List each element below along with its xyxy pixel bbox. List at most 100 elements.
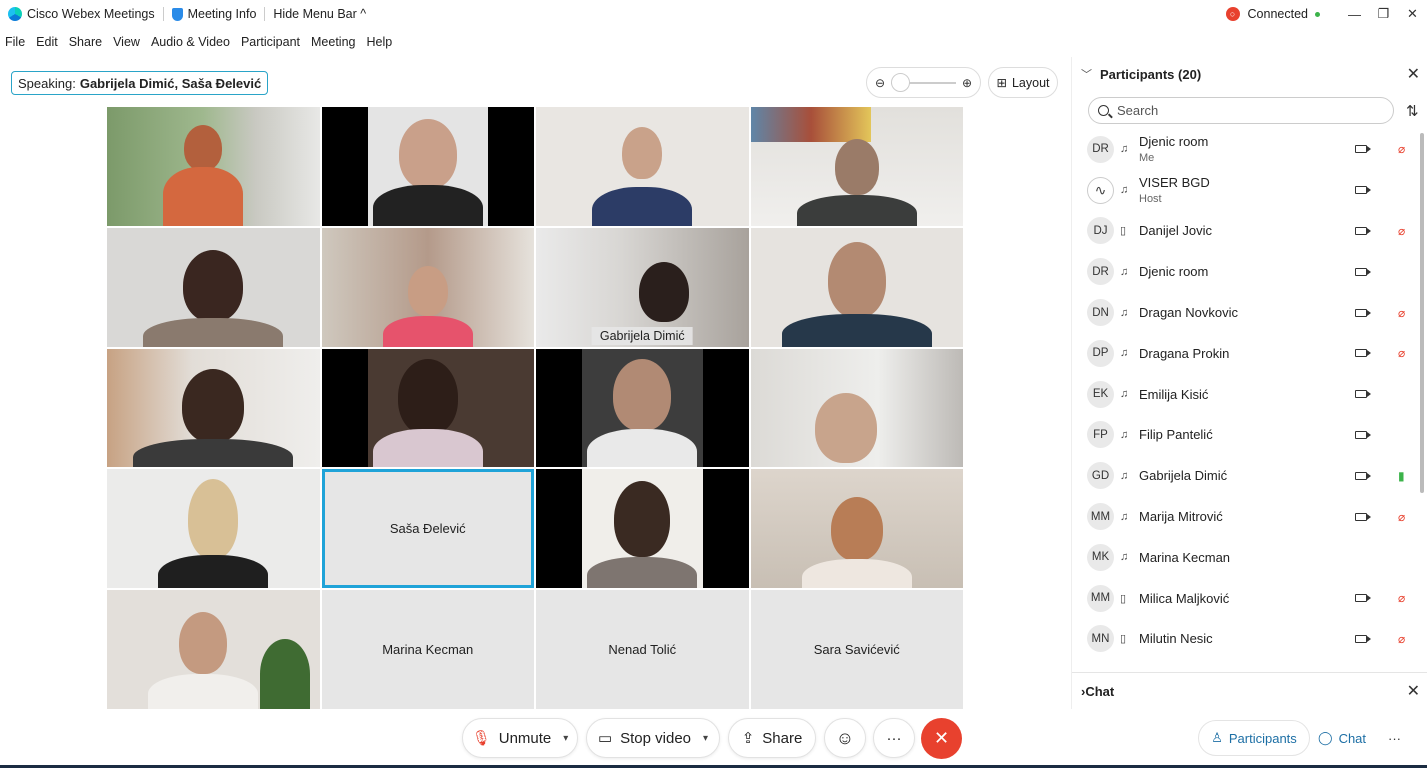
- menu-participant[interactable]: Participant: [241, 35, 300, 49]
- participant-name: Emilija Kisić: [1139, 386, 1209, 402]
- mic-muted-icon[interactable]: ⌀: [1398, 306, 1405, 320]
- avatar: EK: [1087, 380, 1114, 408]
- video-tile[interactable]: Marina Kecman: [321, 590, 534, 709]
- video-tile[interactable]: [750, 107, 963, 226]
- participant-row[interactable]: MK ♫ Marina Kecman: [1072, 537, 1420, 578]
- zoom-in-icon[interactable]: ⊕: [962, 76, 972, 90]
- participant-row[interactable]: EK ♫ Emilija Kisić: [1072, 374, 1420, 415]
- video-tile[interactable]: [107, 469, 320, 589]
- video-tile[interactable]: [321, 348, 534, 468]
- participant-search-input[interactable]: Search: [1088, 97, 1394, 124]
- participants-tab-button[interactable]: ♙ Participants: [1198, 720, 1310, 756]
- mic-muted-icon[interactable]: ⌀: [1398, 591, 1405, 605]
- menu-meeting[interactable]: Meeting: [311, 35, 355, 49]
- zoom-slider[interactable]: [891, 72, 956, 92]
- menu-help[interactable]: Help: [366, 35, 392, 49]
- video-camera-icon: [1355, 145, 1371, 154]
- restore-button[interactable]: ❐: [1369, 0, 1398, 28]
- video-tile[interactable]: Nenad Tolić: [536, 590, 749, 709]
- menu-file[interactable]: File: [5, 35, 25, 49]
- video-tile[interactable]: [107, 107, 320, 226]
- mic-muted-icon[interactable]: ⌀: [1398, 510, 1405, 524]
- close-icon[interactable]: ✕: [1407, 681, 1420, 701]
- chat-tab-button[interactable]: ◯ Chat: [1318, 720, 1374, 756]
- participant-row[interactable]: MM ♫ Marija Mitrović ⌀: [1072, 496, 1420, 537]
- share-button[interactable]: ⇪ Share: [728, 718, 816, 758]
- chevron-down-icon[interactable]: ▾: [703, 733, 708, 744]
- avatar: DJ: [1087, 217, 1114, 245]
- participants-header[interactable]: ﹀ Participants (20) ✕: [1072, 57, 1427, 91]
- computer-audio-icon: ♫: [1120, 347, 1129, 360]
- participant-row[interactable]: MN ▯ Milutin Nesic ⌀: [1072, 619, 1420, 660]
- mic-active-icon[interactable]: ▮: [1398, 469, 1405, 483]
- avatar: DN: [1087, 299, 1114, 327]
- participant-row[interactable]: DN ♫ Dragan Novkovic ⌀: [1072, 292, 1420, 333]
- plant-decoration: [259, 639, 310, 709]
- video-tile[interactable]: [536, 348, 749, 468]
- participant-row[interactable]: MM ▯ Milica Maljković ⌀: [1072, 578, 1420, 619]
- end-meeting-button[interactable]: ✕: [921, 718, 962, 759]
- mic-muted-icon[interactable]: ⌀: [1398, 224, 1405, 238]
- menu-audio-video[interactable]: Audio & Video: [151, 35, 230, 49]
- participants-title: Participants (20): [1100, 66, 1202, 82]
- avatar: DR: [1087, 258, 1114, 286]
- chevron-down-icon[interactable]: ﹀: [1081, 66, 1092, 82]
- more-panels-button[interactable]: ···: [1388, 720, 1412, 756]
- hide-menu-bar-button[interactable]: Hide Menu Bar ^: [265, 0, 374, 28]
- video-tile[interactable]: [536, 107, 749, 226]
- more-icon: ···: [1388, 730, 1401, 746]
- menu-view[interactable]: View: [113, 35, 140, 49]
- chevron-down-icon[interactable]: ▾: [563, 733, 568, 744]
- participant-row[interactable]: FP ♫ Filip Pantelić: [1072, 415, 1420, 456]
- sort-icon[interactable]: ⇅: [1406, 102, 1419, 120]
- video-tile[interactable]: [750, 227, 963, 347]
- participant-name: VISER BGD: [1139, 174, 1210, 190]
- computer-audio-icon: ♫: [1120, 510, 1129, 523]
- participant-name: Filip Pantelić: [1139, 427, 1213, 443]
- participant-row[interactable]: GD ♫ Gabrijela Dimić ▮: [1072, 455, 1420, 496]
- mic-muted-icon[interactable]: ⌀: [1398, 632, 1405, 646]
- chat-header[interactable]: › Chat ✕: [1072, 672, 1427, 709]
- menu-share[interactable]: Share: [69, 35, 102, 49]
- participant-row[interactable]: DR ♫ Djenic room: [1072, 251, 1420, 292]
- mic-muted-icon[interactable]: ⌀: [1398, 142, 1405, 156]
- video-tile[interactable]: Saša Đelević: [321, 469, 534, 589]
- layout-button[interactable]: ⊞ Layout: [988, 67, 1058, 98]
- stop-video-button[interactable]: ▭ Stop video ▾: [586, 718, 720, 758]
- video-tile[interactable]: [536, 469, 749, 589]
- webex-logo-icon: [8, 7, 22, 21]
- minimize-button[interactable]: —: [1340, 0, 1369, 28]
- mic-muted-icon[interactable]: ⌀: [1398, 346, 1405, 360]
- mic-muted-icon: 🎙︎: [471, 730, 491, 747]
- close-icon[interactable]: ✕: [1407, 64, 1420, 84]
- unmute-button[interactable]: 🎙︎ Unmute ▾: [462, 718, 578, 758]
- video-tile[interactable]: [321, 107, 534, 226]
- zoom-control[interactable]: ⊖ ⊕: [866, 67, 981, 98]
- more-options-button[interactable]: ···: [873, 718, 915, 758]
- meeting-info-button[interactable]: Meeting Info: [164, 0, 265, 28]
- video-tile[interactable]: [750, 348, 963, 468]
- menu-edit[interactable]: Edit: [36, 35, 58, 49]
- hide-menu-bar-label: Hide Menu Bar ^: [273, 7, 367, 21]
- smiley-icon: ☺: [835, 727, 855, 748]
- video-tile[interactable]: [107, 227, 320, 347]
- participant-row[interactable]: ∿ ♫ VISER BGD Host: [1072, 170, 1420, 211]
- participant-row[interactable]: DR ♫ Djenic room Me ⌀: [1072, 129, 1420, 170]
- video-camera-icon: [1355, 390, 1371, 399]
- video-tile[interactable]: Gabrijela Dimić: [536, 227, 749, 347]
- zoom-out-icon[interactable]: ⊖: [875, 76, 885, 90]
- video-camera-icon: [1355, 594, 1371, 603]
- video-tile[interactable]: Sara Savićević: [750, 590, 963, 709]
- video-tile[interactable]: [107, 348, 320, 468]
- participant-list-scrollbar[interactable]: [1420, 133, 1424, 493]
- reactions-button[interactable]: ☺: [824, 718, 866, 758]
- video-tile[interactable]: [750, 469, 963, 589]
- participant-row[interactable]: DJ ▯ Danijel Jovic ⌀: [1072, 211, 1420, 252]
- participants-tab-label: Participants: [1228, 730, 1297, 746]
- video-tile[interactable]: [107, 590, 320, 709]
- zoom-slider-handle[interactable]: [891, 72, 911, 92]
- avatar: DP: [1087, 339, 1114, 367]
- video-tile[interactable]: [321, 227, 534, 347]
- close-window-button[interactable]: ✕: [1398, 0, 1427, 28]
- participant-row[interactable]: DP ♫ Dragana Prokin ⌀: [1072, 333, 1420, 374]
